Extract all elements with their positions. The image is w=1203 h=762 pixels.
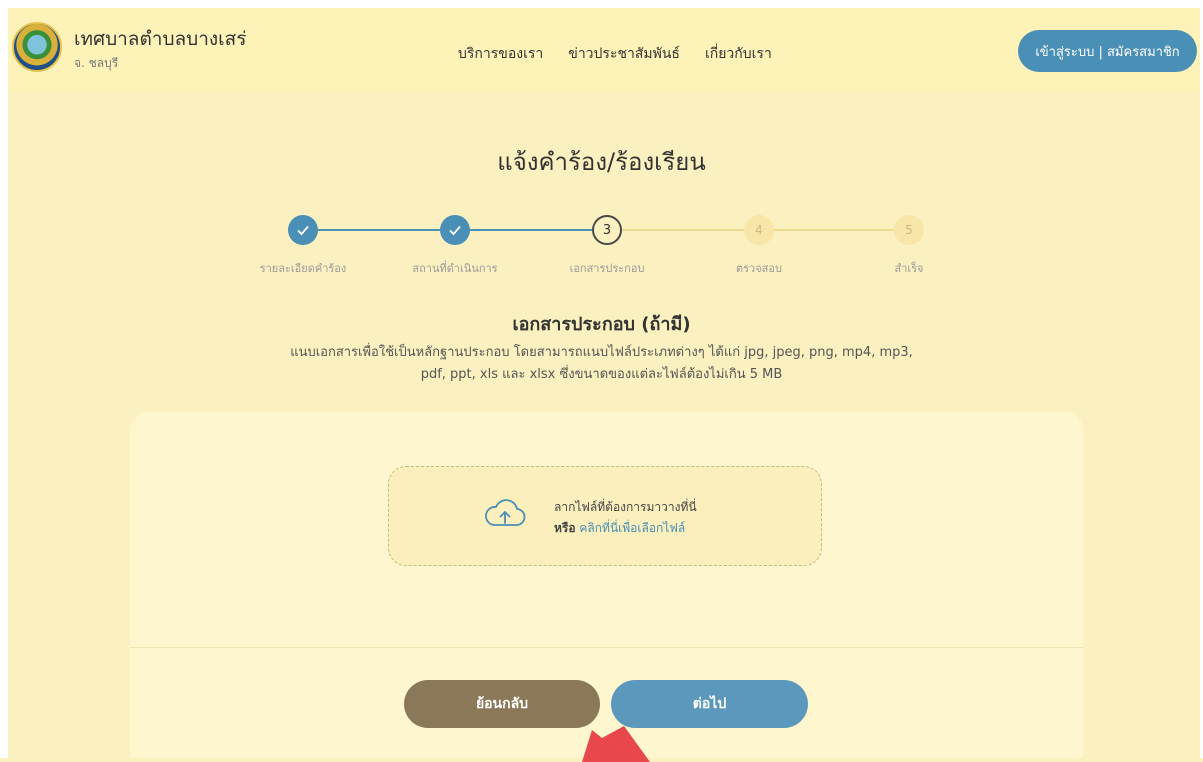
back-button[interactable]: ย้อนกลับ — [404, 680, 600, 728]
step-2-circle — [440, 215, 470, 245]
step-4-circle: 4 — [744, 215, 774, 245]
step-1-label: รายละเอียดคำร้อง — [259, 262, 347, 275]
org-province: จ. ชลบุรี — [74, 56, 119, 70]
check-icon — [449, 225, 461, 236]
step-2-label: สถานที่ดำเนินการ — [412, 262, 498, 275]
dropzone-instruction: ลากไฟล์ที่ต้องการมาวางที่นี่ — [554, 500, 697, 514]
main-nav: บริการของเรา ข่าวประชาสัมพันธ์ เกี่ยวกับ… — [458, 43, 772, 65]
frame-left — [0, 0, 8, 758]
check-icon — [297, 225, 309, 236]
step-5-label: สำเร็จ — [894, 262, 924, 275]
frame-top — [0, 0, 1203, 8]
next-button[interactable]: ต่อไป — [611, 680, 808, 728]
step-4-label: ตรวจสอบ — [736, 262, 782, 275]
header: เทศบาลตำบลบางเสร่ จ. ชลบุรี บริการของเรา… — [8, 8, 1200, 92]
choose-file-link[interactable]: คลิกที่นี่เพื่อเลือกไฟล์ — [579, 521, 685, 535]
dropzone-alt: หรือ คลิกที่นี่เพื่อเลือกไฟล์ — [554, 519, 685, 538]
step-3-label: เอกสารประกอบ — [569, 262, 645, 275]
section-title: เอกสารประกอบ (ถ้ามี) — [512, 314, 691, 335]
step-connector-2 — [470, 229, 594, 231]
nav-services[interactable]: บริการของเรา — [458, 43, 543, 65]
nav-news[interactable]: ข่าวประชาสัมพันธ์ — [568, 43, 680, 65]
pointer-arrow-icon — [582, 726, 650, 762]
upload-card: ลากไฟล์ที่ต้องการมาวางที่นี่ หรือ คลิกที… — [130, 412, 1083, 758]
step-connector-4 — [774, 229, 896, 231]
login-register-button[interactable]: เข้าสู่ระบบ | สมัครสมาชิก — [1018, 30, 1197, 72]
step-1-circle — [288, 215, 318, 245]
section-desc-line-2: pdf, ppt, xls และ xlsx ซึ่งขนาดของแต่ละไ… — [420, 367, 783, 382]
step-5-circle: 5 — [894, 215, 924, 245]
nav-about[interactable]: เกี่ยวกับเรา — [705, 43, 772, 65]
dropzone-or: หรือ — [554, 521, 576, 535]
cloud-upload-icon — [485, 499, 526, 526]
step-connector-1 — [318, 229, 442, 231]
section-desc-line-1: แนบเอกสารเพื่อใช้เป็นหลักฐานประกอบ โดยสา… — [290, 345, 913, 360]
card-divider — [130, 647, 1083, 648]
page-title: แจ้งคำร้อง/ร้องเรียน — [497, 148, 706, 176]
step-connector-3 — [622, 229, 746, 231]
org-name[interactable]: เทศบาลตำบลบางเสร่ — [74, 24, 246, 54]
file-dropzone[interactable]: ลากไฟล์ที่ต้องการมาวางที่นี่ หรือ คลิกที… — [388, 466, 822, 566]
step-3-circle: 3 — [592, 215, 622, 245]
municipality-logo[interactable] — [12, 22, 62, 72]
section-description: แนบเอกสารเพื่อใช้เป็นหลักฐานประกอบ โดยสา… — [240, 342, 963, 386]
